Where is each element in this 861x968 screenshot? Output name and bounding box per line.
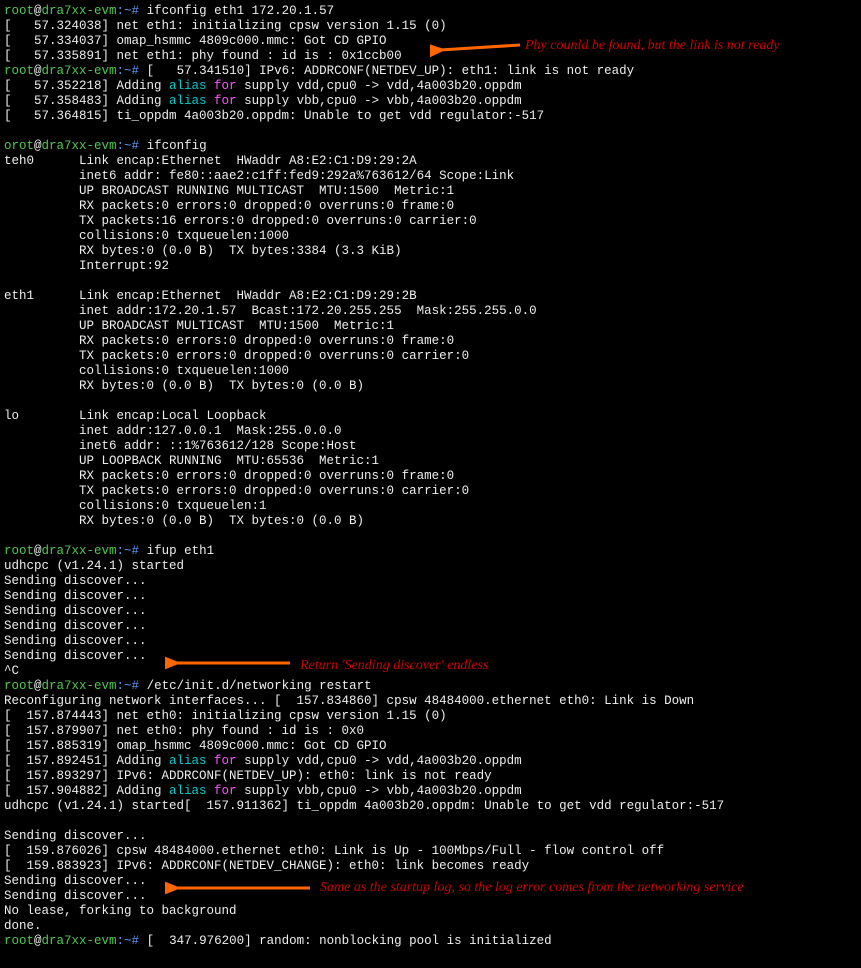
- terminal-line: Sending discover...: [4, 574, 857, 589]
- terminal-line: Sending discover...: [4, 604, 857, 619]
- terminal-line: done.: [4, 919, 857, 934]
- terminal-line: [ 57.364815] ti_oppdm 4a003b20.oppdm: Un…: [4, 109, 857, 124]
- prompt-host: dra7xx-evm: [42, 4, 117, 18]
- terminal-line: TX packets:0 errors:0 dropped:0 overruns…: [4, 484, 857, 499]
- terminal-line: RX bytes:0 (0.0 B) TX bytes:0 (0.0 B): [4, 514, 857, 529]
- terminal-line: root@dra7xx-evm:~# ifup eth1: [4, 544, 857, 559]
- terminal-line: Interrupt:92: [4, 259, 857, 274]
- terminal-line: [ 157.904882] Adding alias for supply vb…: [4, 784, 857, 799]
- terminal-line: root@dra7xx-evm:~# [ 347.976200] random:…: [4, 934, 857, 949]
- terminal-line: inet addr:127.0.0.1 Mask:255.0.0.0: [4, 424, 857, 439]
- terminal-line: inet6 addr: fe80::aae2:c1ff:fed9:292a%76…: [4, 169, 857, 184]
- terminal-line: inet addr:172.20.1.57 Bcast:172.20.255.2…: [4, 304, 857, 319]
- terminal-line: root@dra7xx-evm:~# [ 57.341510] IPv6: AD…: [4, 64, 857, 79]
- terminal-line: Sending discover...: [4, 634, 857, 649]
- terminal-line: [ 159.876026] cpsw 48484000.ethernet eth…: [4, 844, 857, 859]
- prompt-path: :~#: [117, 4, 140, 18]
- terminal-line: udhcpc (v1.24.1) started[ 157.911362] ti…: [4, 799, 857, 814]
- terminal-line: inet6 addr: ::1%763612/128 Scope:Host: [4, 439, 857, 454]
- terminal-line: [ 157.892451] Adding alias for supply vd…: [4, 754, 857, 769]
- terminal-line: [ 157.893297] IPv6: ADDRCONF(NETDEV_UP):…: [4, 769, 857, 784]
- terminal-line: lo Link encap:Local Loopback: [4, 409, 857, 424]
- terminal-line: RX packets:0 errors:0 dropped:0 overruns…: [4, 199, 857, 214]
- terminal-line: TX packets:16 errors:0 dropped:0 overrun…: [4, 214, 857, 229]
- terminal-line: collisions:0 txqueuelen:1: [4, 499, 857, 514]
- terminal-line: root@dra7xx-evm:~# /etc/init.d/networkin…: [4, 679, 857, 694]
- terminal-line: UP BROADCAST MULTICAST MTU:1500 Metric:1: [4, 319, 857, 334]
- terminal-line: [ 159.883923] IPv6: ADDRCONF(NETDEV_CHAN…: [4, 859, 857, 874]
- annotation-text: Phy counld be found, but the link is not…: [525, 38, 780, 53]
- terminal-line: TX packets:0 errors:0 dropped:0 overruns…: [4, 349, 857, 364]
- terminal-line: RX packets:0 errors:0 dropped:0 overruns…: [4, 334, 857, 349]
- terminal-line: RX packets:0 errors:0 dropped:0 overruns…: [4, 469, 857, 484]
- terminal-line: No lease, forking to background: [4, 904, 857, 919]
- terminal-line: collisions:0 txqueuelen:1000: [4, 229, 857, 244]
- terminal-line: [ 57.358483] Adding alias for supply vbb…: [4, 94, 857, 109]
- terminal-line: RX bytes:0 (0.0 B) TX bytes:0 (0.0 B): [4, 379, 857, 394]
- terminal-line: udhcpc (v1.24.1) started: [4, 559, 857, 574]
- terminal-line: orot@dra7xx-evm:~# ifconfig: [4, 139, 857, 154]
- terminal-line: RX bytes:0 (0.0 B) TX bytes:3384 (3.3 Ki…: [4, 244, 857, 259]
- terminal-line: [ 157.879907] net eth0: phy found : id i…: [4, 724, 857, 739]
- terminal-line: [ 157.874443] net eth0: initializing cps…: [4, 709, 857, 724]
- terminal-line: UP BROADCAST RUNNING MULTICAST MTU:1500 …: [4, 184, 857, 199]
- prompt-user: root: [4, 4, 34, 18]
- terminal-line: Sending discover...: [4, 829, 857, 844]
- terminal-line: Reconfiguring network interfaces... [ 15…: [4, 694, 857, 709]
- terminal-line: Sending discover...: [4, 589, 857, 604]
- terminal-line: [ 57.352218] Adding alias for supply vdd…: [4, 79, 857, 94]
- terminal-line: [ 157.885319] omap_hsmmc 4809c000.mmc: G…: [4, 739, 857, 754]
- terminal-line: [ 57.324038] net eth1: initializing cpsw…: [4, 19, 857, 34]
- terminal-line: UP LOOPBACK RUNNING MTU:65536 Metric:1: [4, 454, 857, 469]
- terminal-line: root@dra7xx-evm:~# ifconfig eth1 172.20.…: [4, 4, 857, 19]
- terminal-line: Sending discover...: [4, 619, 857, 634]
- annotation-text: Return 'Sending discover' endless: [300, 658, 488, 673]
- command: ifconfig eth1 172.20.1.57: [139, 4, 334, 18]
- terminal-line: teh0 Link encap:Ethernet HWaddr A8:E2:C1…: [4, 154, 857, 169]
- annotation-text: Same as the startup log, so the log erro…: [320, 880, 744, 895]
- terminal-line: collisions:0 txqueuelen:1000: [4, 364, 857, 379]
- terminal-line: eth1 Link encap:Ethernet HWaddr A8:E2:C1…: [4, 289, 857, 304]
